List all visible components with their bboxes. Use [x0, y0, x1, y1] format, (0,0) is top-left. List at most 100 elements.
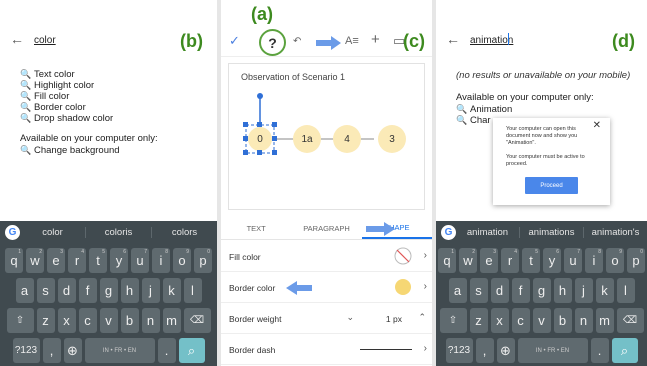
key-w[interactable]: w2: [459, 248, 477, 273]
key-g[interactable]: g: [99, 278, 118, 303]
key-a[interactable]: a: [15, 278, 34, 303]
result-item[interactable]: 🔍 Fill color: [20, 91, 209, 102]
key-o[interactable]: o9: [606, 248, 624, 273]
suggestion[interactable]: coloris: [86, 226, 152, 238]
result-item[interactable]: 🔍 Change background: [20, 145, 209, 156]
key-i[interactable]: i8: [585, 248, 603, 273]
key-n[interactable]: n: [574, 308, 593, 333]
key-p[interactable]: p0: [627, 248, 645, 273]
result-item[interactable]: 🔍 Drop shadow color: [20, 113, 209, 124]
search-key[interactable]: ⌕: [611, 338, 638, 363]
key-m[interactable]: m: [162, 308, 181, 333]
key-h[interactable]: h: [553, 278, 572, 303]
search-key[interactable]: ⌕: [178, 338, 205, 363]
suggestion[interactable]: color: [20, 226, 86, 238]
globe-icon[interactable]: ⊕: [496, 338, 515, 363]
key-e[interactable]: e3: [480, 248, 498, 273]
key-f[interactable]: f: [78, 278, 97, 303]
suggestion[interactable]: colors: [152, 227, 217, 238]
chevron-up-icon[interactable]: ⌃: [418, 312, 426, 323]
help-button[interactable]: ?: [259, 29, 286, 56]
key-x[interactable]: x: [57, 308, 76, 333]
key-v[interactable]: v: [532, 308, 551, 333]
search-query[interactable]: animation: [470, 35, 513, 46]
tab-text[interactable]: TEXT: [221, 218, 291, 239]
key-z[interactable]: z: [469, 308, 488, 333]
space-key[interactable]: IN • FR • EN: [517, 338, 588, 363]
key-q[interactable]: q1: [438, 248, 456, 273]
key-u[interactable]: u7: [564, 248, 582, 273]
border-dash-row[interactable]: Border dash ›: [221, 334, 432, 365]
result-item[interactable]: 🔍 Text color: [20, 69, 209, 80]
key-q[interactable]: q1: [5, 248, 23, 273]
google-icon[interactable]: G: [5, 224, 20, 240]
result-item[interactable]: 🔍 Highlight color: [20, 80, 209, 91]
suggestion[interactable]: animation: [456, 226, 520, 238]
comma-key[interactable]: ,: [475, 338, 494, 363]
period-key[interactable]: .: [157, 338, 176, 363]
key-k[interactable]: k: [162, 278, 181, 303]
key-x[interactable]: x: [490, 308, 509, 333]
add-icon[interactable]: +: [371, 31, 380, 48]
key-s[interactable]: s: [469, 278, 488, 303]
undo-icon[interactable]: ↶: [293, 36, 301, 47]
key-k[interactable]: k: [595, 278, 614, 303]
key-s[interactable]: s: [36, 278, 55, 303]
key-t[interactable]: t5: [89, 248, 107, 273]
chevron-down-icon[interactable]: ⌄: [346, 312, 354, 323]
result-item[interactable]: 🔍 Border color: [20, 102, 209, 113]
border-color-row[interactable]: Border color ›: [221, 272, 432, 303]
tab-paragraph[interactable]: PARAGRAPH: [291, 218, 361, 239]
key-g[interactable]: g: [532, 278, 551, 303]
back-arrow-icon[interactable]: ←: [10, 31, 24, 47]
fill-color-row[interactable]: Fill color ›: [221, 241, 432, 272]
space-key[interactable]: IN • FR • EN: [84, 338, 155, 363]
key-r[interactable]: r4: [68, 248, 86, 273]
key-e[interactable]: e3: [47, 248, 65, 273]
search-query[interactable]: color: [34, 35, 56, 46]
key-d[interactable]: d: [490, 278, 509, 303]
proceed-button[interactable]: Proceed: [525, 177, 578, 194]
key-y[interactable]: y6: [110, 248, 128, 273]
shift-key[interactable]: ⇧: [6, 308, 34, 333]
key-u[interactable]: u7: [131, 248, 149, 273]
symbols-key[interactable]: ?123: [12, 338, 40, 363]
shift-key[interactable]: ⇧: [439, 308, 467, 333]
key-y[interactable]: y6: [543, 248, 561, 273]
close-icon[interactable]: ✕: [593, 120, 601, 131]
result-item[interactable]: 🔍 Animation: [456, 104, 639, 115]
key-l[interactable]: l: [616, 278, 635, 303]
key-d[interactable]: d: [57, 278, 76, 303]
key-c[interactable]: c: [511, 308, 530, 333]
key-l[interactable]: l: [183, 278, 202, 303]
suggestion[interactable]: animation's: [584, 227, 647, 238]
key-b[interactable]: b: [120, 308, 139, 333]
key-f[interactable]: f: [511, 278, 530, 303]
key-v[interactable]: v: [99, 308, 118, 333]
key-p[interactable]: p0: [194, 248, 212, 273]
symbols-key[interactable]: ?123: [445, 338, 473, 363]
globe-icon[interactable]: ⊕: [63, 338, 82, 363]
key-m[interactable]: m: [595, 308, 614, 333]
backspace-key[interactable]: ⌫: [616, 308, 644, 333]
key-w[interactable]: w2: [26, 248, 44, 273]
key-z[interactable]: z: [36, 308, 55, 333]
period-key[interactable]: .: [590, 338, 609, 363]
suggestion[interactable]: animations: [520, 226, 584, 238]
key-h[interactable]: h: [120, 278, 139, 303]
key-j[interactable]: j: [574, 278, 593, 303]
key-i[interactable]: i8: [152, 248, 170, 273]
border-weight-row[interactable]: Border weight ⌄ 1 px ⌃: [221, 303, 432, 334]
key-c[interactable]: c: [78, 308, 97, 333]
comma-key[interactable]: ,: [42, 338, 61, 363]
key-j[interactable]: j: [141, 278, 160, 303]
key-a[interactable]: a: [448, 278, 467, 303]
key-r[interactable]: r4: [501, 248, 519, 273]
slide-canvas[interactable]: Observation of Scenario 1 0 1a 4 3: [228, 63, 425, 210]
backspace-key[interactable]: ⌫: [183, 308, 211, 333]
check-icon[interactable]: ✓: [229, 33, 240, 49]
google-icon[interactable]: G: [441, 224, 456, 240]
back-arrow-icon[interactable]: ←: [446, 31, 460, 47]
key-t[interactable]: t5: [522, 248, 540, 273]
key-n[interactable]: n: [141, 308, 160, 333]
